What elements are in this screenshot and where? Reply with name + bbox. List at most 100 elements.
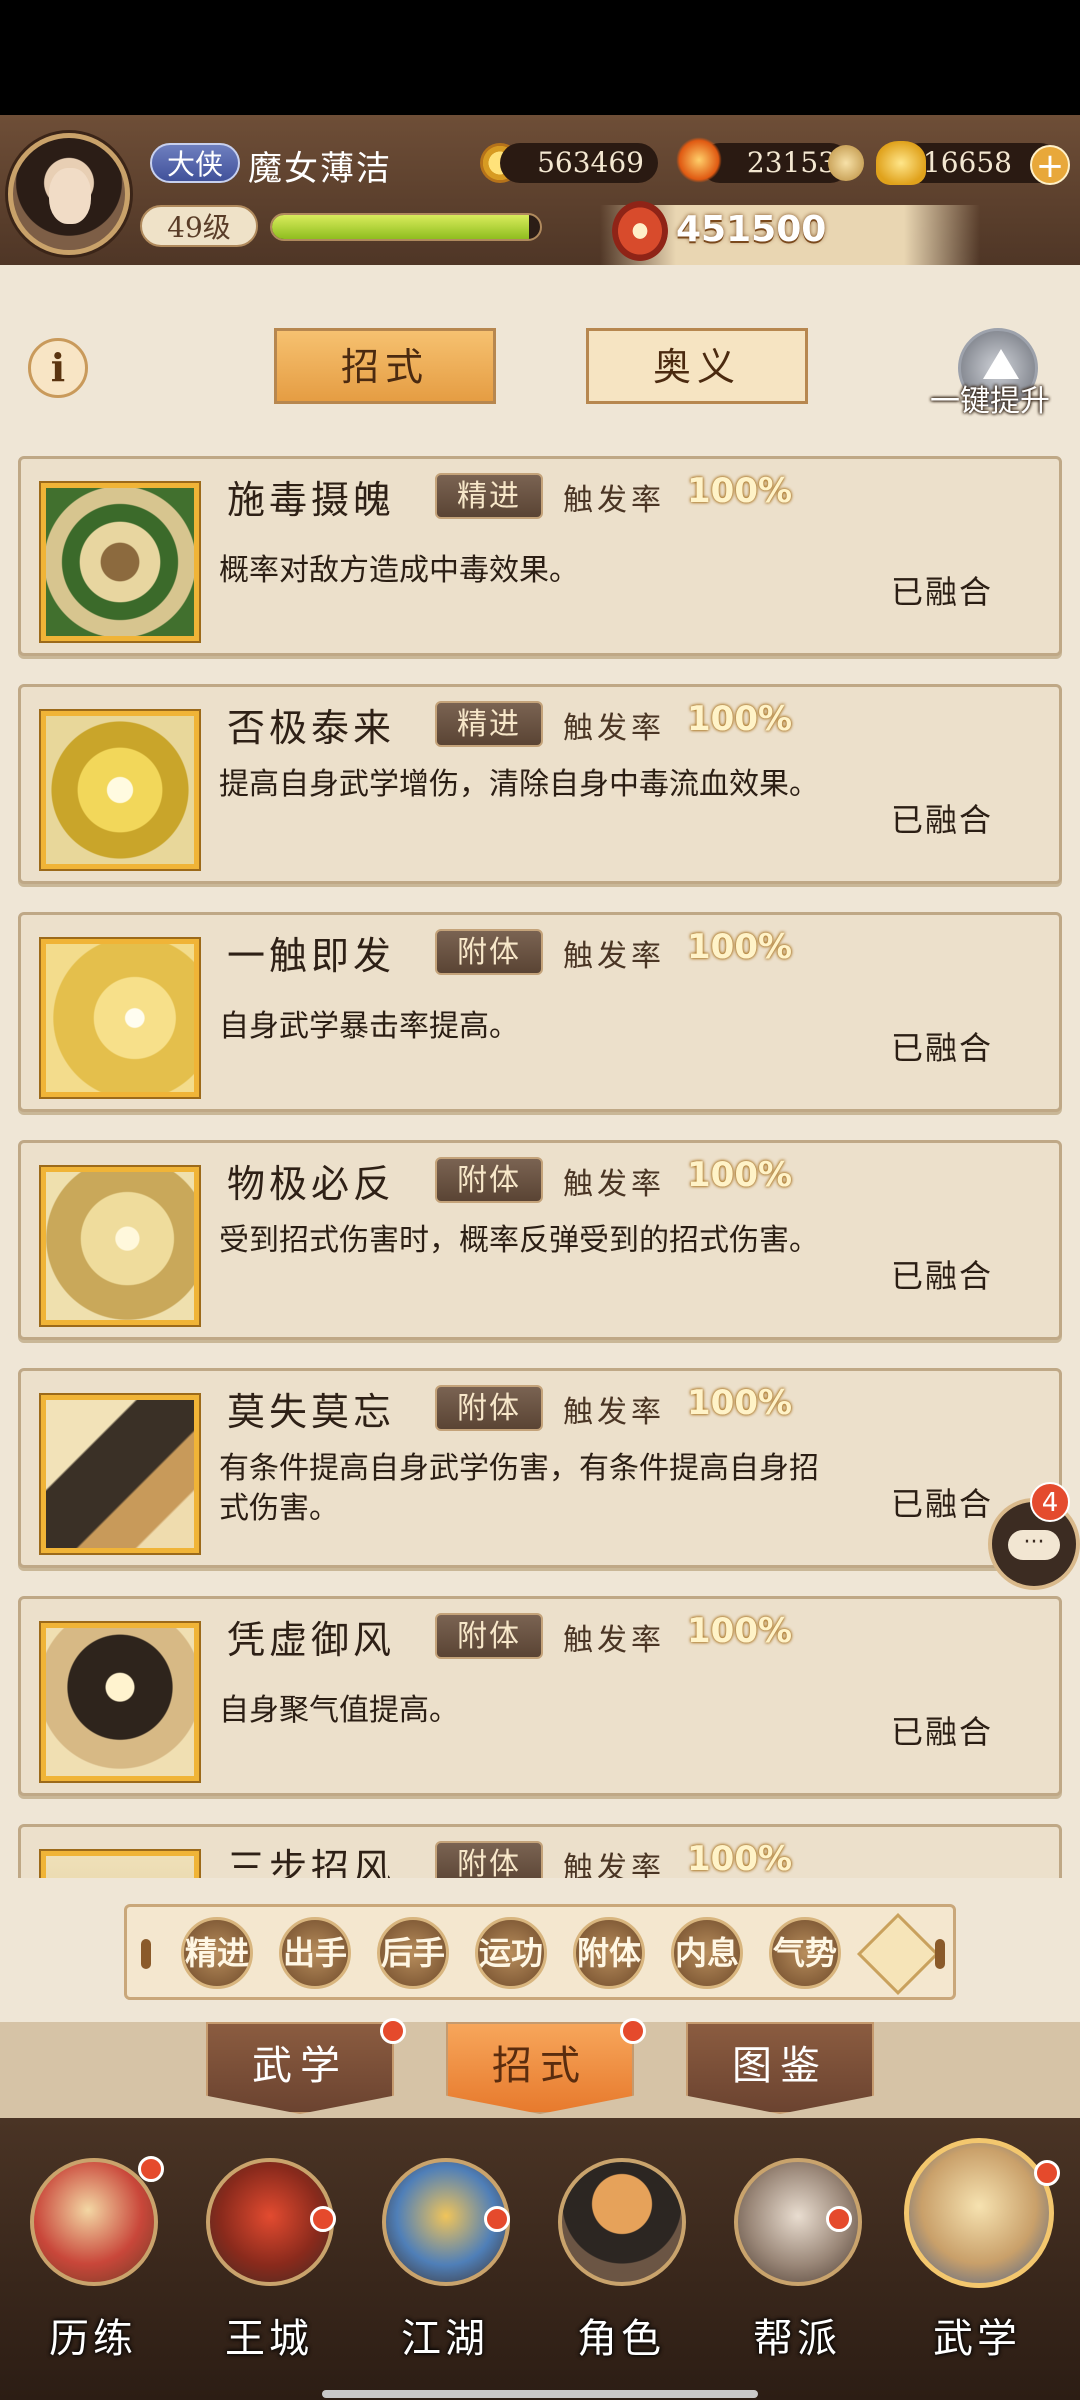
category-filter-bar: 精进 出手 后手 运功 附体 内息 气势 [124,1904,956,2000]
trigger-label: 触发率 [563,483,665,518]
nav-character[interactable]: 角色 [536,2158,706,2378]
exp-bar-fill [272,215,530,239]
nav-martial-arts[interactable]: 武学 [892,2138,1062,2378]
combat-power-icon [612,201,668,261]
bottom-nav: 历练 王城 江湖 角色 帮派 武学 [0,2118,1080,2400]
rank-badge: 大侠 [150,143,240,183]
skill-description: 自身武学暴击率提高。 [219,1009,519,1044]
skill-tag: 附体 [435,1385,543,1431]
nav-jianghu[interactable]: 江湖 [360,2158,530,2378]
trigger-value: 100% [687,1383,793,1423]
light-burst-icon [41,939,199,1097]
skill-card[interactable]: 否极泰来 精进 触发率 100% 提高自身武学增伤，清除自身中毒流血效果。 已融… [18,684,1062,884]
trigger-value: 100% [687,927,793,967]
avatar-face [49,168,91,224]
skill-card[interactable]: 物极必反 附体 触发率 100% 受到招式伤害时，概率反弹受到的招式伤害。 已融… [18,1140,1062,1340]
player-avatar[interactable] [8,133,130,255]
skill-description: 提高自身武学增伤，清除自身中毒流血效果。 [219,767,819,802]
skill-name: 凭虚御风 [227,1618,396,1662]
skill-tag: 精进 [435,701,543,747]
coin-stack-icon [828,145,864,181]
skill-name: 三步招风 [227,1846,396,1878]
straw-hat-hero-icon [558,2158,686,2286]
skill-status: 已融合 [891,573,994,611]
spear-icon [41,711,199,869]
wind-step-icon [41,1851,199,1878]
home-indicator[interactable] [322,2390,758,2398]
trigger-label: 触发率 [563,1623,665,1658]
filter-possess[interactable]: 附体 [573,1917,645,1989]
nav-label: 帮派 [753,2316,841,2362]
gold-amount: 563469 [500,143,658,183]
skill-card[interactable]: 三步招风 附体 触发率 100% [18,1824,1062,1878]
filter-inner-breath[interactable]: 内息 [671,1917,743,1989]
level-pill: 49级 [140,205,258,247]
filter-first-strike[interactable]: 出手 [279,1917,351,1989]
info-button[interactable]: i [28,338,88,398]
nav-training[interactable]: 历练 [8,2158,178,2378]
skill-status: 已融合 [891,1257,994,1295]
player-header: 大侠 魔女薄洁 563469 23153 16658 + 49级 451500 [0,115,1080,265]
nav-royal-city[interactable]: 王城 [184,2158,354,2378]
up-arrow-icon [983,349,1019,379]
notification-dot [138,2156,164,2182]
subtab-codex[interactable]: 图鉴 [686,2022,874,2114]
nav-label: 武学 [933,2316,1021,2362]
skill-status: 已融合 [891,1713,994,1751]
skill-tag: 附体 [435,929,543,975]
wind-rider-icon [41,1623,199,1781]
trigger-value: 100% [687,1839,793,1878]
notification-dot [484,2206,510,2232]
trigger-label: 触发率 [563,939,665,974]
trigger-label: 触发率 [563,1395,665,1430]
skill-description: 有条件提高自身武学伤害，有条件提高自身招式伤害。 [219,1451,819,1526]
trigger-value: 100% [687,699,793,739]
training-scroll-icon [30,2158,158,2286]
notification-dot [1034,2160,1060,2186]
filter-counter[interactable]: 后手 [377,1917,449,1989]
filter-refine[interactable]: 精进 [181,1917,253,1989]
status-bar [0,0,1080,115]
player-name: 魔女薄洁 [248,149,392,189]
skill-name: 施毒摄魄 [227,478,396,522]
bar-end-right [935,1939,945,1969]
skill-card[interactable]: 凭虚御风 附体 触发率 100% 自身聚气值提高。 已融合 [18,1596,1062,1796]
skill-tag: 附体 [435,1157,543,1203]
skill-name: 否极泰来 [227,706,396,750]
notification-dot [620,2018,646,2044]
trigger-label: 触发率 [563,711,665,746]
nav-label: 历练 [49,2316,137,2362]
collapse-filter-icon[interactable] [856,1912,940,1996]
skill-card[interactable]: 施毒摄魄 精进 触发率 100% 概率对敌方造成中毒效果。 已融合 [18,456,1062,656]
skill-status: 已融合 [891,1485,994,1523]
skill-name: 莫失莫忘 [227,1390,396,1434]
skill-card[interactable]: 一触即发 附体 触发率 100% 自身武学暴击率提高。 已融合 [18,912,1062,1112]
skill-description: 概率对敌方造成中毒效果。 [219,553,579,588]
one-click-upgrade-label[interactable]: 一键提升 [930,376,1050,420]
subtab-moves[interactable]: 招式 [446,2022,634,2114]
skill-card[interactable]: 莫失莫忘 附体 触发率 100% 有条件提高自身武学伤害，有条件提高自身招式伤害… [18,1368,1062,1568]
trigger-value: 100% [687,1611,793,1651]
nav-guild[interactable]: 帮派 [712,2158,882,2378]
chat-unread-count: 4 [1030,1482,1070,1522]
skill-name: 物极必反 [227,1162,396,1206]
chat-bubble-icon: ··· [1008,1530,1060,1560]
nav-label: 角色 [577,2316,665,2362]
nav-label: 王城 [225,2316,313,2362]
tab-mysteries[interactable]: 奥义 [586,328,808,404]
filter-momentum[interactable]: 气势 [769,1917,841,1989]
subtab-martial-arts[interactable]: 武学 [206,2022,394,2114]
skill-list[interactable]: 施毒摄魄 精进 触发率 100% 概率对敌方造成中毒效果。 已融合 否极泰来 精… [0,420,1080,1878]
tab-moves[interactable]: 招式 [274,328,496,404]
sub-tab-bar: 武学 招式 图鉴 [0,2022,1080,2118]
trigger-value: 100% [687,471,793,511]
filter-channel[interactable]: 运功 [475,1917,547,1989]
poison-hand-icon [41,483,199,641]
skill-status: 已融合 [891,1029,994,1067]
swordsman-icon [41,1395,199,1553]
gold-ingot-icon [876,141,926,185]
broken-blade-icon [41,1167,199,1325]
recharge-plus-button[interactable]: + [1030,145,1070,185]
trigger-label: 触发率 [563,1851,665,1878]
bar-end-left [141,1939,151,1969]
